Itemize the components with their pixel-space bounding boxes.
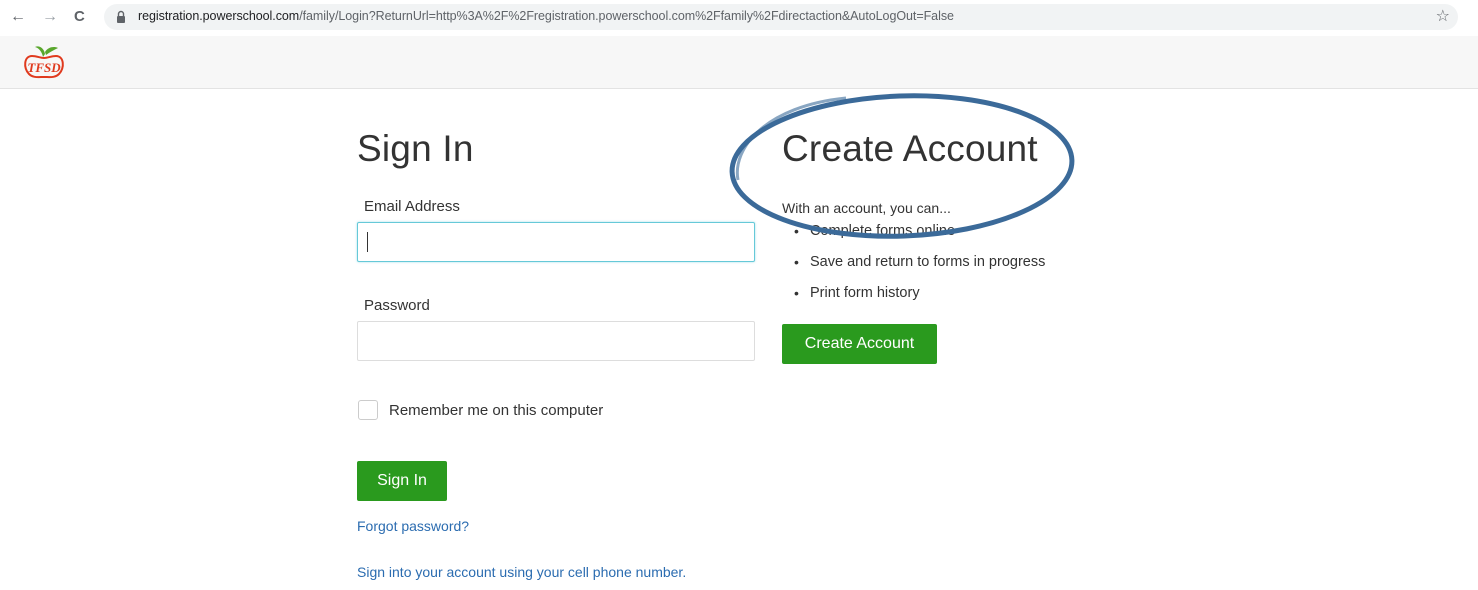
signin-button[interactable]: Sign In	[357, 461, 447, 501]
reload-icon[interactable]: C	[74, 7, 85, 27]
create-account-title: Create Account	[782, 128, 1038, 169]
back-icon[interactable]: ←	[10, 7, 26, 27]
remember-label[interactable]: Remember me on this computer	[389, 402, 603, 419]
list-item: Print form history	[792, 284, 1045, 315]
browser-toolbar: ← → C registration.powerschool.com/famil…	[0, 0, 1478, 34]
phone-signin-link[interactable]: Sign into your account using your cell p…	[357, 564, 686, 580]
email-label: Email Address	[364, 198, 460, 215]
url-path: /family/Login?ReturnUrl=http%3A%2F%2Freg…	[299, 9, 954, 23]
address-bar[interactable]: registration.powerschool.com/family/Logi…	[104, 4, 1458, 30]
forgot-password-link[interactable]: Forgot password?	[357, 518, 469, 534]
list-item: Save and return to forms in progress	[792, 253, 1045, 284]
forward-icon[interactable]: →	[42, 7, 58, 27]
list-item: Complete forms online	[792, 222, 1045, 253]
remember-checkbox[interactable]	[358, 400, 378, 420]
email-field[interactable]	[357, 222, 755, 262]
benefits-list: Complete forms online Save and return to…	[792, 222, 1045, 315]
text-caret	[367, 232, 368, 252]
create-account-button[interactable]: Create Account	[782, 324, 937, 364]
app-header: TFSD	[0, 36, 1478, 89]
tfsd-logo[interactable]: TFSD	[20, 42, 68, 82]
password-label: Password	[364, 297, 430, 314]
create-account-intro: With an account, you can...	[782, 200, 951, 216]
url-text: registration.powerschool.com/family/Logi…	[138, 9, 954, 23]
svg-text:TFSD: TFSD	[27, 60, 61, 75]
bookmark-star-icon[interactable]: ☆	[1436, 6, 1450, 26]
signin-title: Sign In	[357, 128, 474, 169]
password-field[interactable]	[357, 321, 755, 361]
url-host: registration.powerschool.com	[138, 9, 300, 23]
lock-icon	[117, 10, 125, 23]
